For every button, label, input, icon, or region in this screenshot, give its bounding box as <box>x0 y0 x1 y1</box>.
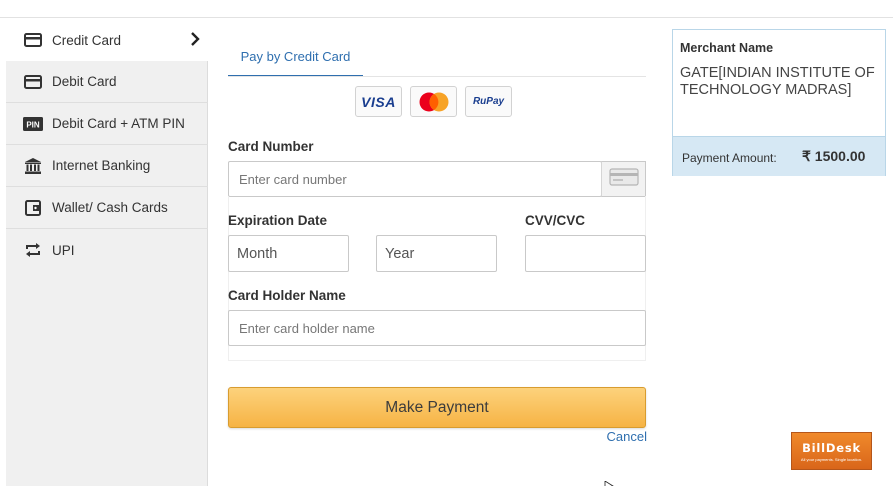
payment-page: Credit Card Debit Card PIN Debit Card + … <box>0 0 893 486</box>
sidebar-item-label: Wallet/ Cash Cards <box>52 200 168 215</box>
cvv-input[interactable] <box>525 235 646 272</box>
payment-amount-label: Payment Amount: <box>682 151 777 165</box>
sidebar-item-label: Internet Banking <box>52 158 151 173</box>
sidebar-item-label: UPI <box>52 242 75 258</box>
chevron-right-icon <box>190 31 200 52</box>
month-select[interactable]: Month <box>228 235 349 272</box>
sidebar-item-credit-card[interactable]: Credit Card <box>6 19 208 61</box>
cvv-label: CVV/CVC <box>525 213 586 228</box>
sidebar-item-wallet-cash-cards[interactable]: Wallet/ Cash Cards <box>6 187 208 229</box>
billdesk-tagline: All your payments. Single location. <box>800 456 863 462</box>
merchant-panel: Merchant Name GATE[INDIAN INSTITUTE OF T… <box>672 29 886 176</box>
sidebar-item-internet-banking[interactable]: Internet Banking <box>6 145 208 187</box>
make-payment-button[interactable]: Make Payment <box>228 387 646 428</box>
bank-icon <box>23 157 43 175</box>
card-holder-name-label: Card Holder Name <box>228 288 346 303</box>
merchant-name-heading: Merchant Name <box>680 41 774 55</box>
sidebar-item-debit-card-atm-pin[interactable]: PIN Debit Card + ATM PIN <box>6 103 208 145</box>
sidebar-item-label: Debit Card <box>52 74 117 89</box>
pin-icon: PIN <box>23 116 43 131</box>
billdesk-logo-text: BillDesk <box>802 440 861 455</box>
mastercard-logo <box>410 86 457 117</box>
tab-divider <box>228 76 646 77</box>
card-number-addon <box>601 161 646 197</box>
payment-method-sidebar: Credit Card Debit Card PIN Debit Card + … <box>6 19 208 486</box>
sidebar-item-label: Debit Card + ATM PIN <box>52 116 185 131</box>
top-divider <box>0 17 893 18</box>
year-select[interactable]: Year <box>376 235 497 272</box>
wallet-icon <box>23 199 43 216</box>
upi-transfer-icon <box>23 242 43 258</box>
visa-logo: VISA <box>355 86 402 117</box>
card-number-label: Card Number <box>228 139 314 154</box>
expiration-date-label: Expiration Date <box>228 213 328 228</box>
rupay-logo-text: RuPay <box>472 96 505 107</box>
debit-card-icon <box>23 74 43 89</box>
mouse-cursor-icon <box>604 477 614 486</box>
payment-amount-bar: Payment Amount: ₹ 1500.00 <box>673 136 885 176</box>
cancel-link[interactable]: Cancel <box>590 429 647 444</box>
rupay-logo: RuPay <box>465 86 512 117</box>
visa-logo-text: VISA <box>361 93 396 110</box>
sidebar-item-debit-card[interactable]: Debit Card <box>6 61 208 103</box>
payment-amount-value: ₹ 1500.00 <box>802 148 866 164</box>
card-number-input[interactable] <box>228 161 602 197</box>
credit-card-icon <box>23 33 43 47</box>
pin-icon-text: PIN <box>26 120 40 129</box>
sidebar-item-upi[interactable]: UPI <box>6 229 208 271</box>
merchant-name: GATE[INDIAN INSTITUTE OF TECHNOLOGY MADR… <box>680 65 875 98</box>
tab-pay-by-credit-card[interactable]: Pay by Credit Card <box>228 43 363 77</box>
sidebar-item-label: Credit Card <box>52 32 122 48</box>
card-holder-name-input[interactable] <box>228 310 646 346</box>
billdesk-logo: BillDesk All your payments. Single locat… <box>791 432 872 470</box>
card-outline-icon <box>608 167 639 191</box>
